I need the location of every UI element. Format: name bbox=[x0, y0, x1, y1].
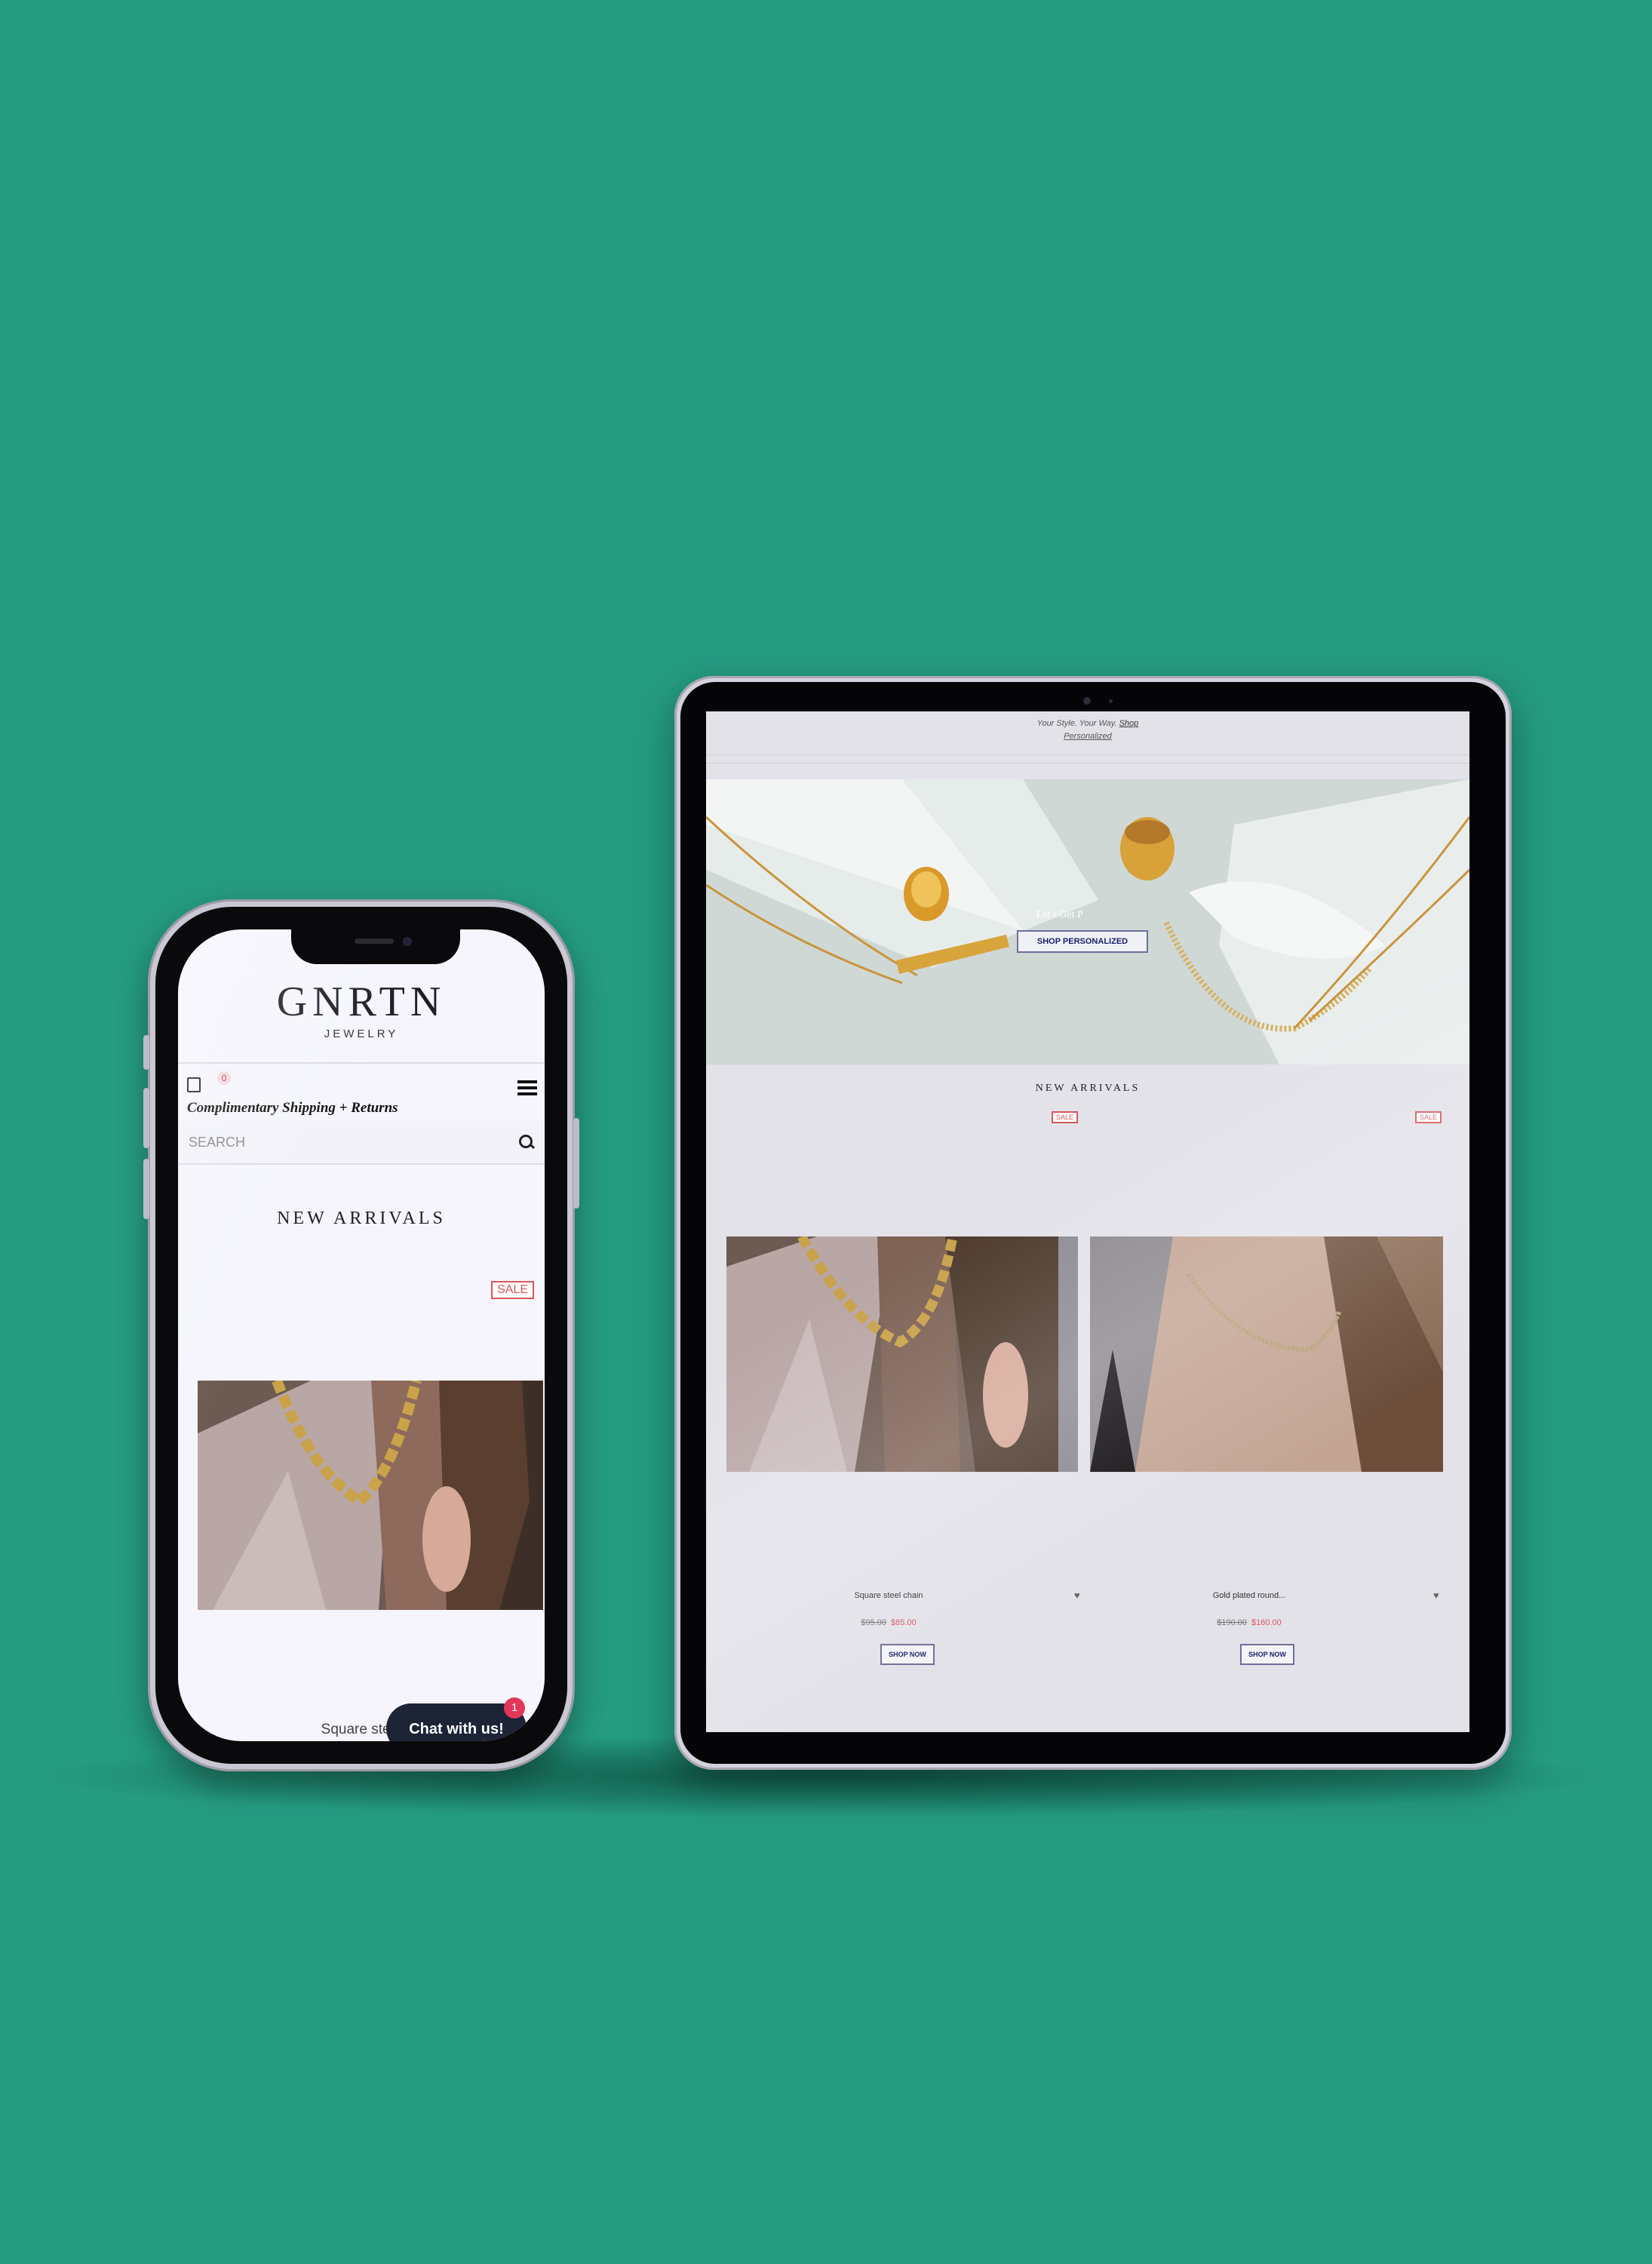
hero-heading: Let's Get P bbox=[1036, 909, 1083, 920]
site-logo-subtitle: JEWELRY bbox=[324, 1028, 399, 1040]
hero-banner: Let's Get P SHOP PERSONALIZED bbox=[706, 779, 1469, 1064]
shop-now-button[interactable]: SHOP NOW bbox=[880, 1644, 935, 1665]
old-price: $95.00 bbox=[861, 1618, 886, 1627]
shop-personalized-button[interactable]: SHOP PERSONALIZED bbox=[1017, 930, 1148, 953]
hamburger-menu-icon[interactable] bbox=[517, 1080, 537, 1095]
phone-mute-switch bbox=[143, 1035, 149, 1070]
phone-screen: GNRTN JEWELRY 0 Complimentary Shipping +… bbox=[178, 929, 545, 1741]
product-name[interactable]: Square steel chain bbox=[775, 1591, 1002, 1600]
shipping-banner: Complimentary Shipping + Returns bbox=[187, 1100, 398, 1116]
section-title: NEW ARRIVALS bbox=[277, 1209, 446, 1228]
header-divider bbox=[706, 754, 1469, 755]
phone-volume-up bbox=[143, 1088, 149, 1148]
promo-banner: Your Style. Your Way. Shop bbox=[706, 719, 1469, 728]
sale-badge: SALE bbox=[1052, 1111, 1079, 1123]
header-divider bbox=[178, 1062, 545, 1064]
phone-speaker bbox=[355, 938, 394, 944]
shop-now-button[interactable]: SHOP NOW bbox=[1240, 1644, 1294, 1665]
phone-device: GNRTN JEWELRY 0 Complimentary Shipping +… bbox=[143, 899, 579, 1771]
product-image[interactable] bbox=[726, 1236, 1078, 1472]
product-price: $190.00 $160.00 bbox=[1136, 1618, 1362, 1627]
old-price: $190.00 bbox=[1217, 1618, 1247, 1627]
necklace-photo bbox=[726, 1236, 1078, 1472]
sale-price: $85.00 bbox=[891, 1618, 917, 1627]
cart-count-badge: 0 bbox=[217, 1071, 231, 1085]
promo-text: Your Style. Your Way. bbox=[1036, 719, 1117, 728]
screen-glare bbox=[178, 929, 545, 1741]
chat-notification-badge: 1 bbox=[504, 1697, 525, 1719]
hero-image bbox=[706, 779, 1469, 1064]
necklace-photo bbox=[198, 1381, 543, 1610]
search-bar bbox=[178, 1121, 545, 1163]
tablet-screen: Your Style. Your Way. Shop Personalized bbox=[706, 711, 1469, 1732]
sale-badge: SALE bbox=[1415, 1111, 1442, 1123]
promo-link[interactable]: Shop bbox=[1119, 719, 1139, 728]
tablet-camera bbox=[1083, 697, 1091, 705]
product-image[interactable] bbox=[198, 1381, 543, 1610]
phone-bezel: GNRTN JEWELRY 0 Complimentary Shipping +… bbox=[155, 907, 567, 1764]
heart-icon[interactable]: ♥ bbox=[1433, 1590, 1439, 1601]
tablet-sensor bbox=[1109, 699, 1113, 703]
phone-side-button bbox=[573, 1118, 579, 1209]
search-divider bbox=[178, 1163, 545, 1165]
product-image[interactable] bbox=[1090, 1236, 1443, 1472]
search-icon[interactable] bbox=[519, 1135, 533, 1148]
product-price: $95.00 $85.00 bbox=[775, 1618, 1002, 1627]
sale-badge: SALE bbox=[491, 1281, 534, 1299]
necklace-photo bbox=[1090, 1236, 1443, 1472]
section-title: NEW ARRIVALS bbox=[1035, 1083, 1141, 1094]
phone-volume-down bbox=[143, 1159, 149, 1219]
phone-notch bbox=[291, 929, 460, 964]
phone-camera bbox=[403, 937, 412, 946]
product-name[interactable]: Gold plated round... bbox=[1136, 1591, 1362, 1600]
search-input[interactable] bbox=[187, 1129, 492, 1156]
promo-link-personalized[interactable]: Personalized bbox=[706, 732, 1469, 741]
sale-price: $160.00 bbox=[1251, 1618, 1282, 1627]
tablet-device: Your Style. Your Way. Shop Personalized bbox=[674, 676, 1512, 1770]
site-logo[interactable]: GNRTN bbox=[178, 978, 545, 1026]
shopping-bag-icon[interactable] bbox=[187, 1077, 201, 1092]
heart-icon[interactable]: ♥ bbox=[1074, 1590, 1080, 1601]
